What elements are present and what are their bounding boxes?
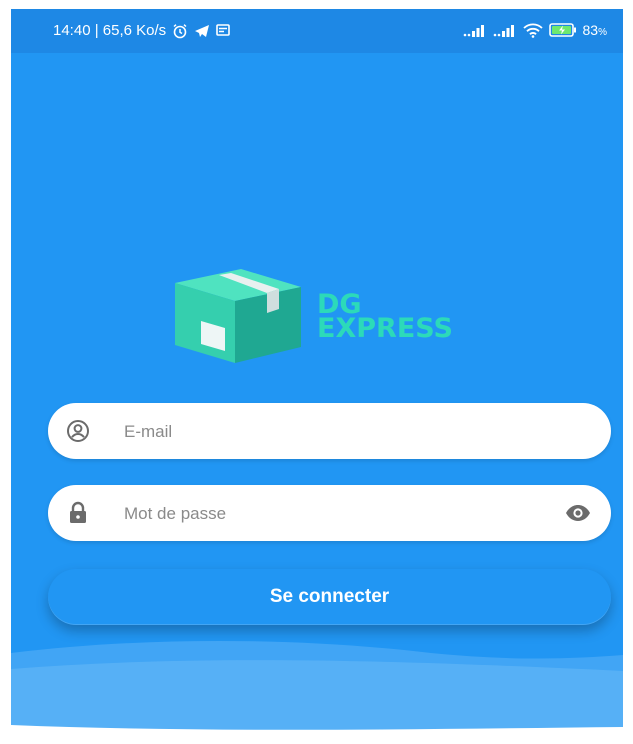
eye-icon[interactable] — [565, 501, 591, 525]
logo-text: DG EXPRESS — [317, 291, 453, 344]
password-field[interactable] — [48, 485, 611, 543]
status-bar: 14:40 | 65,6 Ko/s 83% — [11, 9, 623, 53]
status-bar-right: 83% — [463, 22, 607, 38]
email-input[interactable] — [122, 403, 526, 461]
bottom-wave — [11, 640, 623, 737]
telegram-icon — [194, 24, 210, 38]
wifi-icon — [522, 23, 543, 38]
password-input[interactable] — [122, 485, 526, 543]
message-icon — [216, 24, 230, 37]
battery-charging-icon — [548, 23, 577, 37]
login-button[interactable]: Se connecter — [48, 569, 611, 625]
status-bar-left: 14:40 | 65,6 Ko/s — [53, 22, 230, 39]
login-screen: 14:40 | 65,6 Ko/s 83% DG EXPRESS E-mail … — [11, 9, 623, 737]
signal-icon — [493, 24, 517, 37]
status-time-speed: 14:40 | 65,6 Ko/s — [53, 22, 167, 39]
battery-level: 83% — [582, 22, 607, 38]
app-logo: DG EXPRESS — [171, 265, 491, 365]
lock-icon — [70, 501, 86, 523]
account-circle-icon — [67, 420, 89, 442]
email-field[interactable] — [48, 403, 611, 461]
alarm-icon — [172, 23, 188, 39]
signal-icon — [463, 24, 487, 37]
logo-text-line2: EXPRESS — [317, 313, 453, 344]
package-box-icon — [175, 269, 301, 363]
